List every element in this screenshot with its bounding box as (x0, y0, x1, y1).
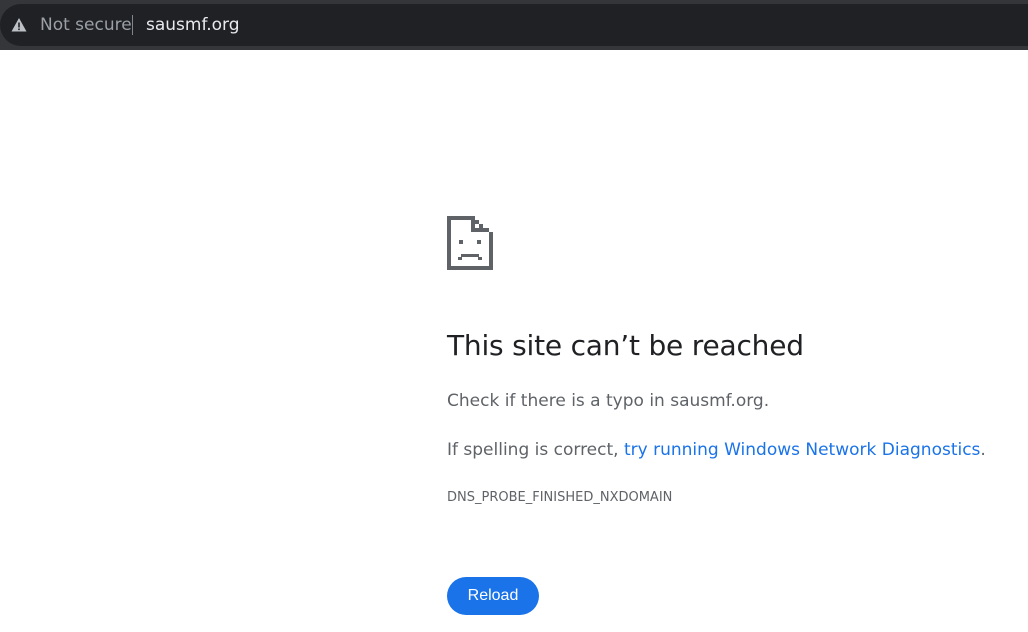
omnibox-divider (132, 15, 133, 35)
typo-check-message: Check if there is a typo in sausmf.org. (447, 391, 770, 411)
browser-toolbar: Not secure sausmf.org (0, 0, 1028, 50)
warning-triangle-icon[interactable] (11, 17, 27, 33)
spelling-message: If spelling is correct, try running Wind… (447, 440, 986, 460)
error-heading: This site can’t be reached (447, 329, 804, 362)
error-code: DNS_PROBE_FINISHED_NXDOMAIN (447, 490, 673, 505)
spelling-message-prefix: If spelling is correct, (447, 440, 624, 460)
url-text[interactable]: sausmf.org (146, 15, 240, 35)
spelling-message-suffix: . (980, 440, 986, 460)
address-bar[interactable]: Not secure sausmf.org (0, 4, 1028, 46)
network-diagnostics-link[interactable]: try running Windows Network Diagnostics (624, 440, 980, 460)
reload-button[interactable]: Reload (447, 577, 539, 615)
sad-page-icon (447, 216, 493, 270)
security-status-label[interactable]: Not secure (40, 15, 132, 35)
